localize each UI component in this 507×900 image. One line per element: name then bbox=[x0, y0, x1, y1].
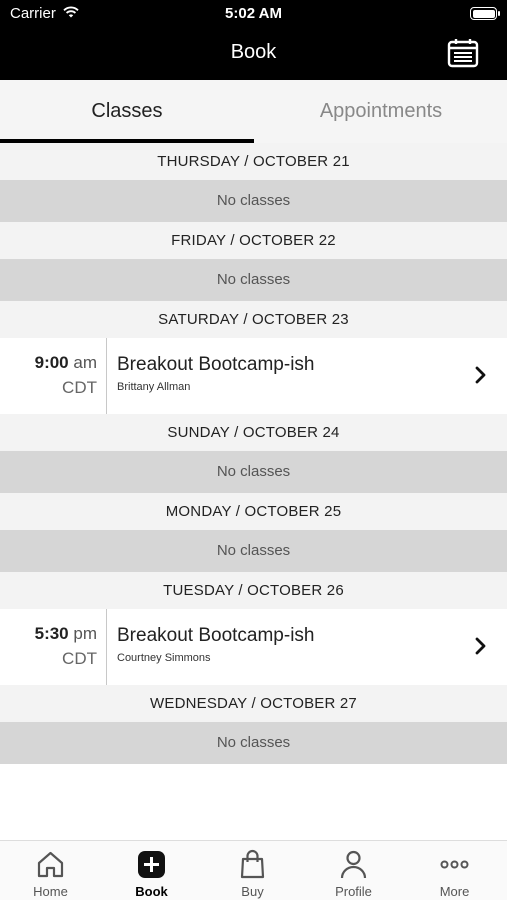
tabbar-item-home[interactable]: Home bbox=[0, 841, 101, 900]
segment-tabs: Classes Appointments bbox=[0, 80, 507, 143]
calendar-icon[interactable] bbox=[447, 38, 479, 68]
no-classes-row: No classes bbox=[0, 451, 507, 493]
tabbar-item-more[interactable]: More bbox=[404, 841, 505, 900]
class-schedule: THURSDAY / OCTOBER 21 No classes FRIDAY … bbox=[0, 143, 507, 764]
page-title: Book bbox=[230, 41, 277, 63]
divider bbox=[106, 609, 107, 685]
add-icon bbox=[138, 851, 165, 878]
tabbar-label: Book bbox=[135, 884, 168, 899]
no-classes-row: No classes bbox=[0, 259, 507, 301]
day-header: SUNDAY / OCTOBER 24 bbox=[0, 414, 507, 451]
class-name: Breakout Bootcamp-ish bbox=[117, 625, 315, 646]
day-header: FRIDAY / OCTOBER 22 bbox=[0, 222, 507, 259]
person-icon bbox=[340, 850, 367, 879]
class-row[interactable]: 5:30 pm CDT Breakout Bootcamp-ish Courtn… bbox=[0, 609, 507, 685]
no-classes-row: No classes bbox=[0, 530, 507, 572]
tabbar-label: Profile bbox=[335, 884, 372, 899]
tab-classes[interactable]: Classes bbox=[0, 80, 254, 143]
chevron-right-icon bbox=[475, 366, 486, 384]
class-timezone: CDT bbox=[62, 649, 97, 668]
tabbar-label: Home bbox=[33, 884, 68, 899]
bottom-tab-bar: Home Book Buy Profile More bbox=[0, 840, 507, 900]
no-classes-row: No classes bbox=[0, 180, 507, 222]
tabbar-item-buy[interactable]: Buy bbox=[202, 841, 303, 900]
tabbar-item-book[interactable]: Book bbox=[101, 841, 202, 900]
battery-icon bbox=[470, 7, 500, 20]
status-bar: Carrier 5:02 AM bbox=[0, 0, 507, 28]
class-instructor: Courtney Simmons bbox=[117, 652, 211, 664]
tab-appointments[interactable]: Appointments bbox=[254, 80, 507, 143]
class-time: 5:30 pm bbox=[34, 624, 97, 643]
day-header: WEDNESDAY / OCTOBER 27 bbox=[0, 685, 507, 722]
tabbar-label: Buy bbox=[241, 884, 264, 899]
more-icon bbox=[440, 860, 469, 869]
day-header: MONDAY / OCTOBER 25 bbox=[0, 493, 507, 530]
tabbar-item-profile[interactable]: Profile bbox=[303, 841, 404, 900]
class-instructor: Brittany Allman bbox=[117, 381, 191, 393]
nav-bar: Book bbox=[0, 28, 507, 80]
chevron-right-icon bbox=[475, 637, 486, 655]
home-icon bbox=[37, 851, 64, 878]
class-name: Breakout Bootcamp-ish bbox=[117, 354, 315, 375]
shopping-bag-icon bbox=[240, 849, 265, 879]
clock: 5:02 AM bbox=[225, 5, 282, 22]
divider bbox=[106, 338, 107, 414]
day-header: THURSDAY / OCTOBER 21 bbox=[0, 143, 507, 180]
class-timezone: CDT bbox=[62, 378, 97, 397]
class-time: 9:00 am bbox=[34, 353, 97, 372]
day-header: TUESDAY / OCTOBER 26 bbox=[0, 572, 507, 609]
tabbar-label: More bbox=[439, 884, 470, 899]
day-header: SATURDAY / OCTOBER 23 bbox=[0, 301, 507, 338]
class-row[interactable]: 9:00 am CDT Breakout Bootcamp-ish Britta… bbox=[0, 338, 507, 414]
no-classes-row: No classes bbox=[0, 722, 507, 764]
